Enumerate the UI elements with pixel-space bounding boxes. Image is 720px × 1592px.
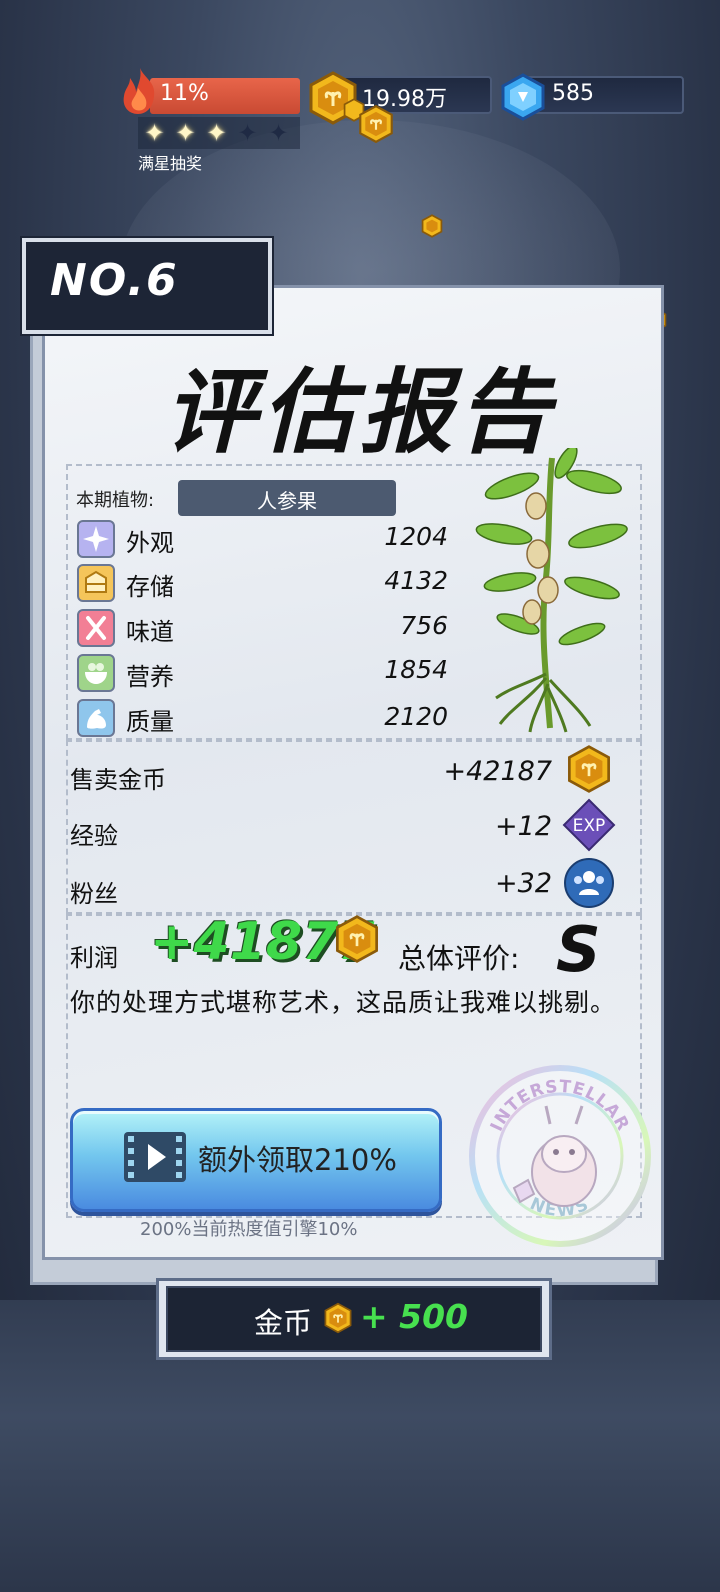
gold-reward-amount: + 500 <box>360 1297 469 1336</box>
star-icon: ✦ <box>206 119 227 147</box>
sparkle-icon <box>77 520 115 558</box>
coin-icon <box>336 915 378 963</box>
svg-text:EXP: EXP <box>573 816 606 836</box>
ginseng-fruit-plant-illustration <box>475 448 628 733</box>
coin-icon <box>421 214 443 238</box>
heat-percent: 11% <box>160 81 209 106</box>
gem-icon <box>501 73 545 121</box>
star-empty-icon: ✦ <box>268 119 289 147</box>
utensils-icon <box>77 609 115 647</box>
rating-grade: S <box>556 913 601 986</box>
plant-label: 本期植物: <box>76 490 155 511</box>
star-empty-icon: ✦ <box>237 119 258 147</box>
rating-label: 总体评价: <box>398 942 520 975</box>
muscle-icon <box>77 699 115 737</box>
attribute-name: 外观 <box>126 529 174 557</box>
attribute-value: 1854 <box>384 655 448 684</box>
video-icon <box>124 1132 186 1182</box>
attribute-name: 营养 <box>126 663 174 691</box>
reward-label: 粉丝 <box>70 880 118 908</box>
report-number: NO.6 <box>50 255 179 306</box>
reward-value: +32 <box>495 868 552 899</box>
reward-label: 售卖金币 <box>70 766 166 794</box>
gem-amount: 585 <box>552 81 594 106</box>
attribute-name: 质量 <box>126 708 174 736</box>
star-progress[interactable]: ✦ ✦ ✦ ✦ ✦ <box>138 117 300 149</box>
claim-note: 200%当前热度值引擎10% <box>140 1219 358 1240</box>
bowl-icon <box>77 654 115 692</box>
box-icon <box>77 564 115 602</box>
attribute-name: 味道 <box>126 618 174 646</box>
star-icon: ✦ <box>144 119 165 147</box>
attribute-name: 存储 <box>126 573 174 601</box>
gold-reward-label: 金币 <box>254 1306 313 1340</box>
attribute-value: 756 <box>400 611 448 640</box>
interstellar-news-stamp: INTERSTELLAR NEWS <box>469 1065 651 1247</box>
profit-label: 利润 <box>70 944 118 972</box>
reward-value: +42187 <box>443 756 552 787</box>
coin-icon <box>568 745 610 793</box>
evaluation-comment: 你的处理方式堪称艺术，这品质让我难以挑剔。 <box>70 988 617 1017</box>
attribute-value: 4132 <box>384 566 448 595</box>
star-lottery-label: 满星抽奖 <box>138 154 203 173</box>
plant-name: 人参果 <box>257 489 317 513</box>
fans-icon <box>564 858 614 908</box>
attribute-value: 2120 <box>384 702 448 731</box>
gold-reward-button[interactable] <box>166 1286 542 1352</box>
reward-label: 经验 <box>70 822 118 850</box>
star-icon: ✦ <box>175 119 196 147</box>
coin-amount: 19.98万 <box>362 87 447 112</box>
flame-icon <box>123 68 155 114</box>
attribute-value: 1204 <box>384 522 448 551</box>
exp-icon: EXP <box>562 798 616 852</box>
reward-value: +12 <box>495 811 552 842</box>
extra-claim-label: 额外领取210% <box>198 1143 397 1177</box>
coin-icon <box>324 1302 352 1334</box>
